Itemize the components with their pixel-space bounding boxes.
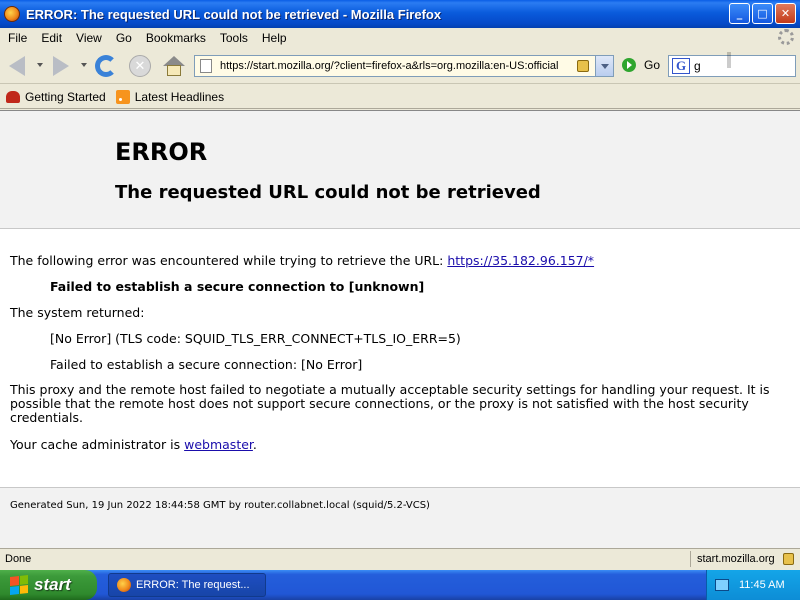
bookmark-latest-headlines[interactable]: Latest Headlines — [115, 89, 225, 104]
menu-bookmarks[interactable]: Bookmarks — [140, 31, 212, 45]
start-label: start — [34, 575, 71, 594]
page-content: ERROR The requested URL could not be ret… — [0, 110, 800, 549]
lock-icon[interactable] — [577, 60, 589, 72]
error-header: ERROR The requested URL could not be ret… — [0, 111, 800, 229]
rss-feed-icon — [115, 89, 130, 104]
network-icon[interactable] — [715, 579, 729, 591]
error-subtitle: The requested URL could not be retrieved — [115, 182, 541, 203]
cache-admin-end: . — [252, 437, 257, 452]
bookmark-label: Getting Started — [25, 89, 106, 104]
status-host: start.mozilla.org — [697, 553, 775, 565]
chevron-down-icon — [600, 63, 609, 69]
home-button[interactable] — [161, 53, 187, 79]
address-bar[interactable]: https://start.mozilla.org/?client=firefo… — [194, 55, 614, 77]
bookmarks-toolbar: Getting Started Latest Headlines — [0, 85, 800, 109]
page-icon — [200, 59, 212, 73]
forward-arrow-icon — [53, 56, 69, 76]
error-intro-text: The following error was encountered whil… — [10, 253, 448, 268]
taskbar: start ERROR: The request... 11:45 AM — [0, 570, 800, 600]
bookmark-getting-started[interactable]: Getting Started — [6, 90, 106, 104]
maximize-button[interactable]: □ — [752, 3, 773, 24]
windows-logo-icon — [10, 575, 28, 595]
tls-error-code: [No Error] (TLS code: SQUID_TLS_ERR_CONN… — [50, 331, 461, 346]
cache-admin-text: Your cache administrator is — [10, 437, 185, 452]
generated-info: Generated Sun, 19 Jun 2022 18:44:58 GMT … — [10, 500, 430, 511]
security-lock-icon[interactable] — [783, 553, 794, 565]
clock[interactable]: 11:45 AM — [739, 579, 785, 591]
system-returned-label: The system returned: — [10, 305, 145, 320]
window-controls: _ □ ✕ — [729, 3, 796, 24]
reload-button[interactable] — [93, 53, 119, 79]
url-history-dropdown[interactable] — [595, 56, 613, 76]
minimize-button[interactable]: _ — [729, 3, 750, 24]
stop-button[interactable]: ✕ — [127, 53, 153, 79]
error-message: Failed to establish a secure connection … — [50, 279, 425, 294]
window-title: ERROR: The requested URL could not be re… — [26, 6, 442, 22]
firefox-icon — [4, 6, 20, 22]
go-arrow-icon — [622, 58, 636, 72]
cache-admin-line: Your cache administrator is webmaster. — [10, 437, 257, 452]
text-cursor-icon — [727, 52, 731, 68]
status-text: Done — [5, 553, 32, 565]
getting-started-icon — [6, 90, 20, 103]
go-label: Go — [644, 58, 661, 72]
error-intro: The following error was encountered whil… — [10, 253, 594, 268]
error-explanation: This proxy and the remote host failed to… — [10, 382, 770, 425]
menu-file[interactable]: File — [2, 31, 33, 45]
search-input[interactable]: g — [694, 59, 701, 73]
back-arrow-icon — [9, 56, 25, 76]
address-url[interactable]: https://start.mozilla.org/?client=firefo… — [220, 60, 570, 72]
firefox-icon — [117, 578, 131, 592]
system-tray: 11:45 AM — [706, 570, 800, 600]
bookmark-label: Latest Headlines — [134, 89, 225, 104]
webmaster-link[interactable]: webmaster — [184, 437, 253, 452]
forward-button[interactable] — [48, 53, 74, 79]
menu-view[interactable]: View — [70, 31, 108, 45]
forward-history-dropdown-icon[interactable] — [81, 63, 87, 67]
search-box[interactable]: G g — [668, 55, 796, 77]
menu-edit[interactable]: Edit — [35, 31, 68, 45]
status-bar: Done start.mozilla.org — [0, 548, 800, 570]
requested-url-link[interactable]: https://35.182.96.157/* — [447, 253, 594, 268]
taskbar-firefox-window[interactable]: ERROR: The request... — [108, 573, 266, 597]
start-button[interactable]: start — [0, 570, 97, 600]
page-footer: Generated Sun, 19 Jun 2022 18:44:58 GMT … — [0, 487, 800, 549]
reload-icon — [95, 55, 117, 77]
throbber-icon — [778, 29, 794, 45]
menu-bar: File Edit View Go Bookmarks Tools Help — [0, 28, 800, 48]
menu-help[interactable]: Help — [256, 31, 293, 45]
menu-tools[interactable]: Tools — [214, 31, 254, 45]
stop-icon: ✕ — [129, 55, 151, 77]
window-titlebar[interactable]: ERROR: The requested URL could not be re… — [0, 0, 800, 28]
home-icon — [163, 56, 185, 76]
taskbar-item-label: ERROR: The request... — [136, 579, 250, 591]
close-button[interactable]: ✕ — [775, 3, 796, 24]
menu-go[interactable]: Go — [110, 31, 138, 45]
go-button[interactable]: Go — [622, 58, 660, 72]
connection-error: Failed to establish a secure connection:… — [50, 357, 363, 372]
status-divider — [690, 551, 691, 567]
back-button[interactable] — [4, 53, 30, 79]
error-title: ERROR — [115, 138, 208, 166]
back-history-dropdown-icon[interactable] — [37, 63, 43, 67]
google-search-engine-icon[interactable]: G — [672, 58, 690, 74]
